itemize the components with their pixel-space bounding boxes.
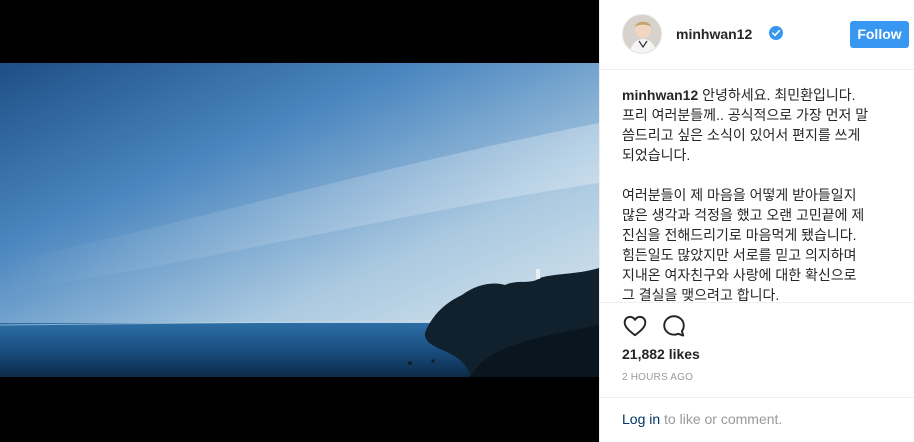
caption-line: 힘든일도 많았지만 서로를 믿고 의지하며 — [622, 247, 857, 263]
login-link[interactable]: Log in — [622, 411, 660, 427]
caption-line: 되었습니다. — [622, 147, 691, 163]
avatar-image — [623, 15, 661, 53]
post-panel: minhwan12 Follow minhwan12 안녕하세요. 최민환입니다… — [599, 0, 914, 442]
like-count[interactable]: 21,882 likes — [622, 346, 700, 362]
post-timestamp[interactable]: 2 HOURS AGO — [622, 372, 693, 383]
caption-line: 진심을 전해드리기로 마음먹게 됐습니다. — [622, 227, 857, 243]
caption-line: 씀드리고 싶은 소식이 있어서 편지를 쓰게 — [622, 127, 861, 143]
comment-icon[interactable] — [661, 313, 687, 339]
caption-line: minhwan12 안녕하세요. 최민환입니다. — [622, 85, 902, 105]
verified-badge-icon — [769, 26, 783, 40]
post-media — [0, 0, 599, 442]
username[interactable]: minhwan12 — [676, 26, 752, 42]
post-caption: minhwan12 안녕하세요. 최민환입니다. 프리 여러분들께.. 공식적으… — [622, 85, 902, 305]
post-actions — [600, 302, 914, 348]
login-prompt: Log in to like or comment. — [600, 397, 914, 442]
caption-line: 지내온 여자친구와 사랑에 대한 확신으로 — [622, 267, 857, 283]
login-suffix: to like or comment. — [660, 411, 783, 427]
post-header: minhwan12 Follow — [600, 0, 914, 70]
caption-line: 프리 여러분들께.. 공식적으로 가장 먼저 말 — [622, 107, 869, 123]
follow-button[interactable]: Follow — [850, 21, 909, 48]
heart-icon[interactable] — [622, 313, 648, 339]
caption-line: 많은 생각과 걱정을 했고 오랜 고민끝에 제 — [622, 207, 865, 223]
login-prompt-text: Log in to like or comment. — [622, 411, 782, 427]
seascape-image — [0, 63, 599, 377]
avatar[interactable] — [622, 14, 662, 54]
caption-username[interactable]: minhwan12 — [622, 87, 698, 103]
caption-text: 안녕하세요. 최민환입니다. — [698, 87, 856, 103]
caption-line: 여러분들이 제 마음을 어떻게 받아들일지 — [622, 187, 857, 203]
post-photo[interactable] — [0, 63, 599, 377]
